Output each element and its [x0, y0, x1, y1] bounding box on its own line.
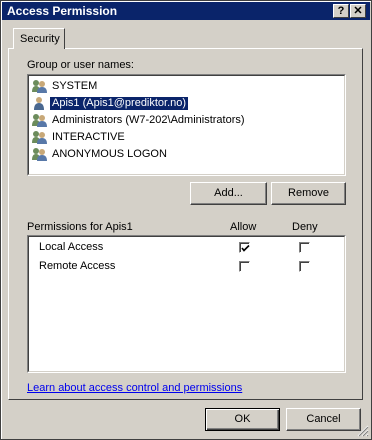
permission-name: Local Access: [39, 241, 104, 253]
user-group-icon: [32, 80, 47, 93]
user-name: INTERACTIVE: [52, 131, 125, 143]
group-users-label: Group or user names:: [27, 59, 134, 71]
allow-column-header: Allow: [230, 221, 257, 233]
cancel-button[interactable]: Cancel: [286, 408, 361, 431]
user-group-icon: [32, 131, 47, 144]
deny-checkbox[interactable]: [299, 261, 310, 272]
access-permission-dialog: Access Permission ? ✕ Security Group or …: [0, 0, 372, 440]
window-title: Access Permission: [7, 4, 118, 18]
learn-access-control-link[interactable]: Learn about access control and permissio…: [27, 382, 242, 394]
user-name: Apis1 (Apis1@prediktor.no): [50, 97, 189, 110]
permissions-list: Local Access Remote Access: [27, 235, 346, 373]
help-button[interactable]: ?: [333, 4, 349, 18]
user-group-icon: [32, 114, 47, 127]
close-button[interactable]: ✕: [350, 4, 366, 18]
user-name: ANONYMOUS LOGON: [52, 148, 167, 160]
permissions-for-label: Permissions for Apis1: [27, 221, 133, 233]
title-bar[interactable]: Access Permission ? ✕: [2, 2, 370, 20]
ok-button[interactable]: OK: [205, 408, 280, 431]
tab-security[interactable]: Security: [13, 28, 65, 49]
user-name: SYSTEM: [52, 80, 98, 92]
group-users-list[interactable]: SYSTEM Apis1 (Apis1@prediktor.no) Administ…: [27, 74, 346, 176]
deny-column-header: Deny: [292, 221, 318, 233]
user-icon: [34, 97, 44, 110]
tab-security-label: Security: [20, 33, 60, 45]
user-name: Administrators (W7-202\Administrators): [52, 114, 245, 126]
add-button[interactable]: Add...: [190, 182, 267, 205]
user-group-icon: [32, 148, 47, 161]
allow-checkbox[interactable]: [239, 242, 250, 253]
allow-checkbox[interactable]: [239, 261, 250, 272]
size-grip-icon[interactable]: [357, 425, 369, 437]
permission-name: Remote Access: [39, 260, 116, 272]
remove-button[interactable]: Remove: [271, 182, 346, 205]
deny-checkbox[interactable]: [299, 242, 310, 253]
